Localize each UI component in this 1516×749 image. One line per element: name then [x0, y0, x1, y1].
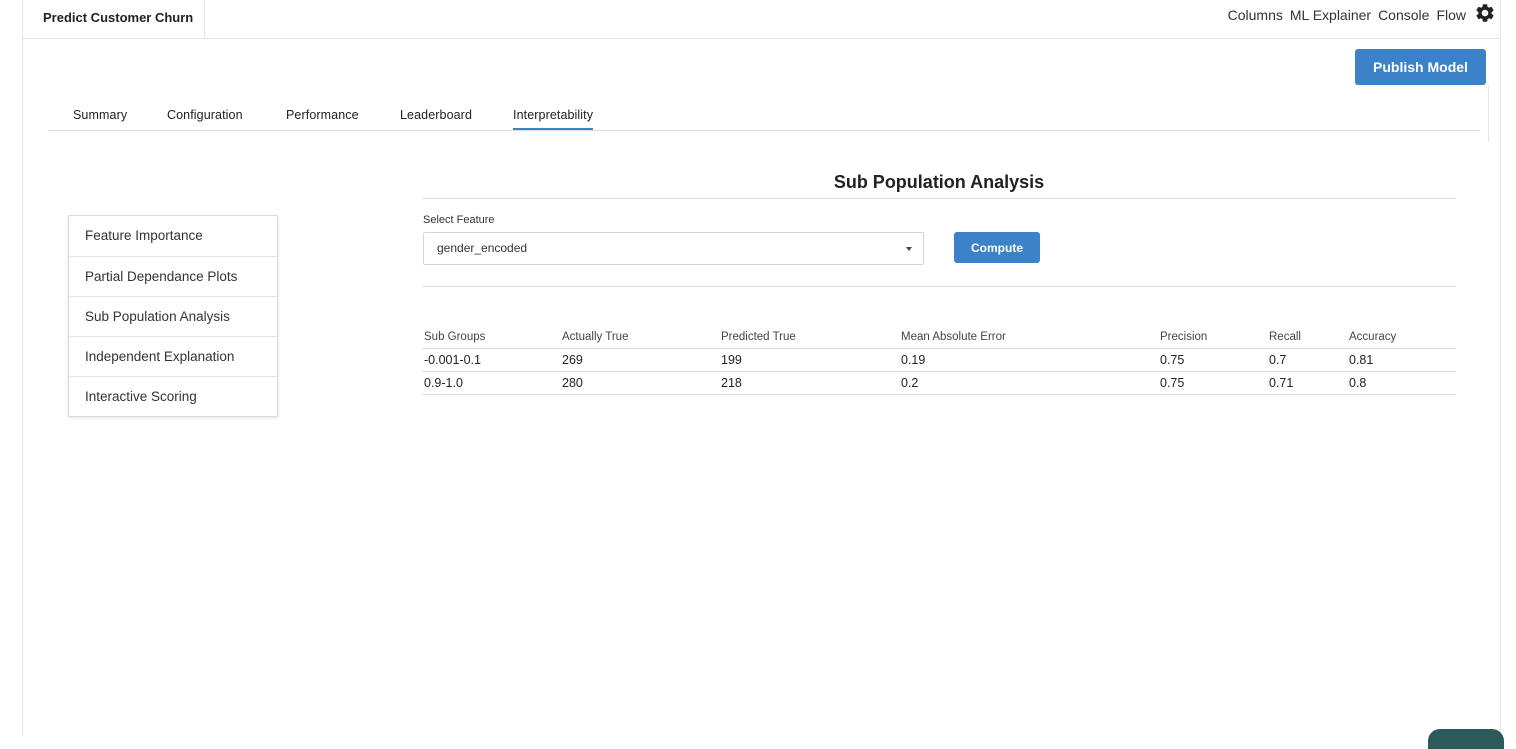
menu-item-interactive-scoring[interactable]: Interactive Scoring — [69, 376, 277, 416]
tab-performance[interactable]: Performance — [286, 108, 359, 128]
cell-accuracy: 0.8 — [1347, 371, 1456, 395]
divider — [422, 286, 1456, 287]
table-header-row: Sub Groups Actually True Predicted True … — [422, 327, 1456, 349]
top-bar: Predict Customer Churn Columns ML Explai… — [23, 0, 1500, 39]
header-actually-true: Actually True — [560, 327, 719, 349]
menu-item-feature-importance[interactable]: Feature Importance — [69, 216, 277, 256]
nav-columns[interactable]: Columns — [1228, 0, 1283, 30]
cell-predicted-true: 199 — [719, 348, 899, 372]
cell-mean-absolute-error: 0.2 — [899, 371, 1158, 395]
menu-item-independent-explanation[interactable]: Independent Explanation — [69, 336, 277, 376]
cell-sub-group: -0.001-0.1 — [422, 348, 560, 372]
top-nav: Columns ML Explainer Console Flow — [1221, 0, 1496, 30]
cell-sub-group: 0.9-1.0 — [422, 371, 560, 395]
app-title: Predict Customer Churn — [23, 0, 205, 38]
nav-console[interactable]: Console — [1378, 0, 1429, 30]
table-row: 0.9-1.0 280 218 0.2 0.75 0.71 0.8 — [422, 371, 1456, 395]
publish-model-button[interactable]: Publish Model — [1355, 49, 1486, 85]
cell-recall: 0.71 — [1267, 371, 1347, 395]
cell-accuracy: 0.81 — [1347, 348, 1456, 372]
tab-configuration[interactable]: Configuration — [167, 108, 243, 128]
header-predicted-true: Predicted True — [719, 327, 899, 349]
tab-bar: Summary Configuration Performance Leader… — [48, 100, 1480, 131]
cell-actually-true: 269 — [560, 348, 719, 372]
menu-item-partial-dependance-plots[interactable]: Partial Dependance Plots — [69, 256, 277, 296]
gear-icon[interactable] — [1474, 2, 1496, 24]
cell-recall: 0.7 — [1267, 348, 1347, 372]
interpretability-menu: Feature Importance Partial Dependance Pl… — [68, 215, 278, 417]
header-sub-groups: Sub Groups — [422, 327, 560, 349]
section-title: Sub Population Analysis — [833, 172, 1045, 192]
cell-predicted-true: 218 — [719, 371, 899, 395]
nav-ml-explainer[interactable]: ML Explainer — [1290, 0, 1371, 30]
menu-item-sub-population-analysis[interactable]: Sub Population Analysis — [69, 296, 277, 336]
nav-flow[interactable]: Flow — [1436, 0, 1466, 30]
divider — [1488, 85, 1489, 142]
cell-mean-absolute-error: 0.19 — [899, 348, 1158, 372]
chat-widget-button[interactable] — [1428, 729, 1504, 749]
feature-select-value: gender_encoded — [437, 241, 528, 255]
header-mean-absolute-error: Mean Absolute Error — [899, 327, 1158, 349]
tab-summary[interactable]: Summary — [73, 108, 127, 128]
caret-down-icon — [906, 247, 912, 251]
tab-interpretability[interactable]: Interpretability — [513, 108, 594, 130]
select-feature-label: Select Feature — [423, 214, 495, 226]
header-precision: Precision — [1158, 327, 1267, 349]
compute-button[interactable]: Compute — [954, 232, 1040, 263]
app-frame: Predict Customer Churn Columns ML Explai… — [22, 0, 1504, 749]
divider — [422, 198, 1456, 199]
cell-precision: 0.75 — [1158, 348, 1267, 372]
header-accuracy: Accuracy — [1347, 327, 1456, 349]
cell-precision: 0.75 — [1158, 371, 1267, 395]
cell-actually-true: 280 — [560, 371, 719, 395]
header-recall: Recall — [1267, 327, 1347, 349]
sub-population-table: Sub Groups Actually True Predicted True … — [422, 327, 1456, 395]
feature-select[interactable]: gender_encoded — [423, 232, 924, 265]
table-row: -0.001-0.1 269 199 0.19 0.75 0.7 0.81 — [422, 348, 1456, 372]
tab-leaderboard[interactable]: Leaderboard — [400, 108, 472, 128]
